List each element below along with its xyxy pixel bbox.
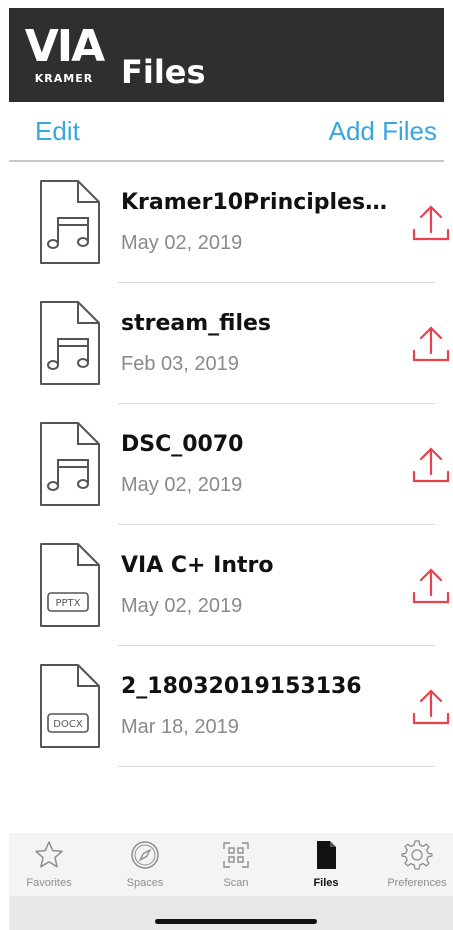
qr-icon	[223, 842, 249, 868]
tab-label: Files	[313, 877, 339, 889]
file-date: Feb 03, 2019	[121, 353, 239, 375]
edit-button[interactable]: Edit	[35, 116, 80, 147]
tab-label: Spaces	[126, 877, 164, 889]
page-title: Files	[121, 53, 206, 91]
file-row[interactable]: DSC_0070 May 02, 2019	[0, 404, 453, 525]
app-header: VIA KRAMER Files	[9, 8, 444, 102]
file-icon	[317, 841, 336, 869]
logo-text: VIA	[24, 21, 105, 72]
home-indicator[interactable]	[155, 919, 317, 924]
upload-icon[interactable]	[410, 686, 452, 728]
via-kramer-logo: VIA KRAMER	[21, 22, 107, 88]
file-name: VIA C+ Intro	[121, 553, 274, 578]
tab-preferences[interactable]: Preferences	[377, 833, 453, 896]
file-name: Kramer10PrinciplesWir...	[121, 190, 411, 215]
file-name: DSC_0070	[121, 432, 244, 457]
tab-favorites[interactable]: Favorites	[9, 833, 89, 896]
file-name: 2_18032019153136	[121, 674, 362, 699]
tab-spaces[interactable]: Spaces	[105, 833, 185, 896]
file-date: May 02, 2019	[121, 595, 243, 617]
docx-file-icon: DOCX	[40, 664, 100, 748]
compass-icon	[131, 841, 159, 869]
tab-label: Scan	[223, 877, 249, 889]
tab-label: Favorites	[26, 877, 72, 889]
upload-icon[interactable]	[410, 444, 452, 486]
upload-icon[interactable]	[410, 202, 452, 244]
star-icon	[35, 841, 63, 868]
audio-file-icon	[40, 301, 100, 385]
file-row[interactable]: Kramer10PrinciplesWir... May 02, 2019	[0, 162, 453, 283]
gear-icon	[401, 840, 433, 870]
row-divider	[118, 766, 435, 767]
home-indicator-area	[9, 896, 453, 930]
file-row[interactable]: DOCX 2_18032019153136 Mar 18, 2019	[0, 646, 453, 767]
tab-label: Preferences	[387, 877, 447, 889]
file-date: May 02, 2019	[121, 474, 243, 496]
file-type-badge: PPTX	[55, 598, 80, 609]
file-row[interactable]: PPTX VIA C+ Intro May 02, 2019	[0, 525, 453, 646]
file-date: May 02, 2019	[121, 232, 243, 254]
tab-files[interactable]: Files	[286, 833, 366, 896]
audio-file-icon	[40, 422, 100, 506]
upload-icon[interactable]	[410, 565, 452, 607]
files-toolbar: Edit Add Files	[9, 102, 444, 162]
file-type-badge: DOCX	[53, 719, 83, 730]
file-date: Mar 18, 2019	[121, 716, 239, 738]
add-files-button[interactable]: Add Files	[329, 116, 437, 147]
logo-subtext: KRAMER	[34, 72, 94, 85]
tab-scan[interactable]: Scan	[196, 833, 276, 896]
pptx-file-icon: PPTX	[40, 543, 100, 627]
upload-icon[interactable]	[410, 323, 452, 365]
tab-bar: Favorites Spaces Scan Files Preferences	[9, 833, 453, 896]
file-name: stream_files	[121, 311, 272, 336]
audio-file-icon	[40, 180, 100, 264]
file-row[interactable]: stream_files Feb 03, 2019	[0, 283, 453, 404]
